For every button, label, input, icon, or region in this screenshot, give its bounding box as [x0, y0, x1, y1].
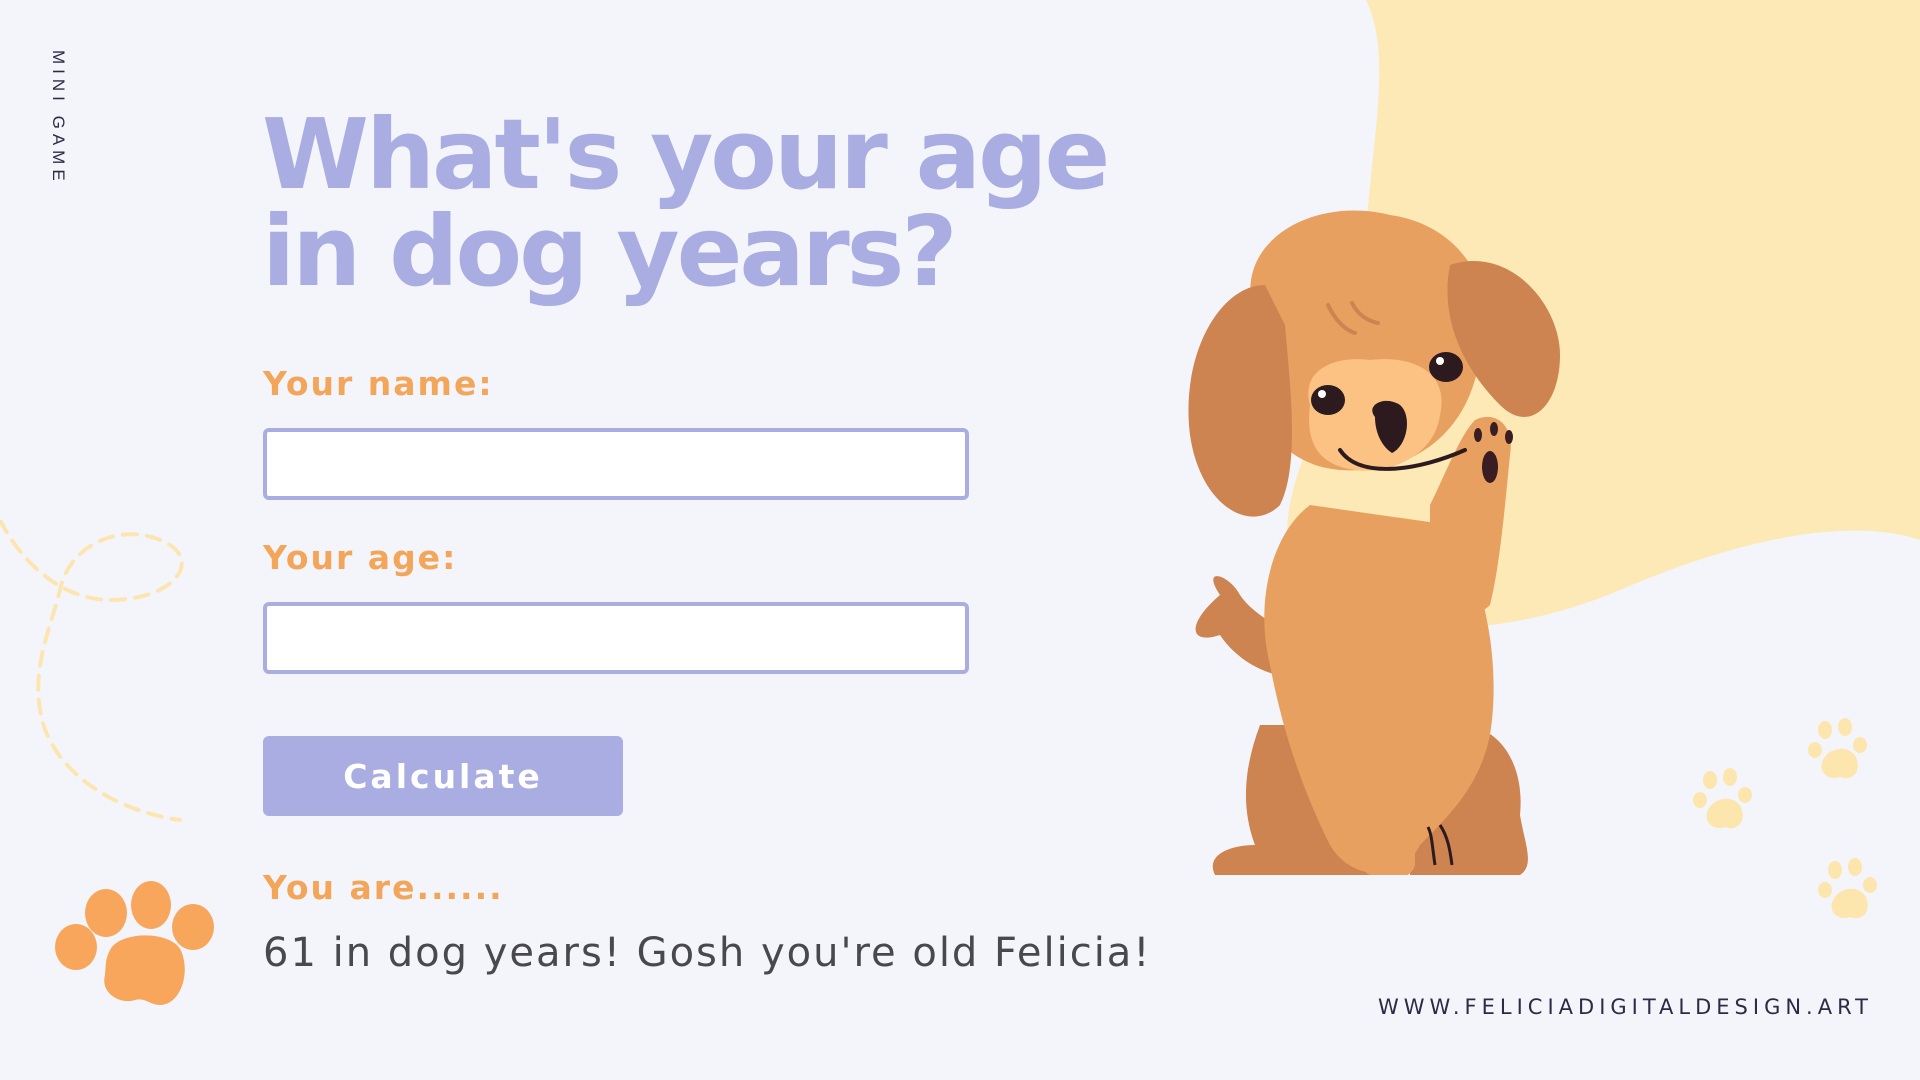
calculate-button[interactable]: Calculate — [263, 736, 623, 816]
result-text: 61 in dog years! Gosh you're old Felicia… — [263, 930, 1152, 976]
dashed-loop-decoration — [0, 520, 184, 822]
website-url: WWW.FELICIADIGITALDESIGN.ART — [1378, 995, 1873, 1019]
paw-print-icon — [1818, 858, 1877, 919]
paw-print-icon — [1808, 718, 1867, 779]
page-title: What's your age in dog years? — [262, 106, 1162, 300]
paw-print-icon — [55, 881, 214, 1005]
mini-game-label: MINI GAME — [49, 50, 68, 186]
title-line-2: in dog years? — [262, 195, 958, 308]
paw-print-icon — [1693, 768, 1752, 829]
dog-illustration — [1188, 210, 1560, 875]
name-input[interactable] — [263, 428, 969, 500]
name-label: Your name: — [263, 364, 494, 403]
age-input[interactable] — [263, 602, 969, 674]
result-label: You are...... — [263, 868, 504, 907]
age-label: Your age: — [263, 538, 458, 577]
